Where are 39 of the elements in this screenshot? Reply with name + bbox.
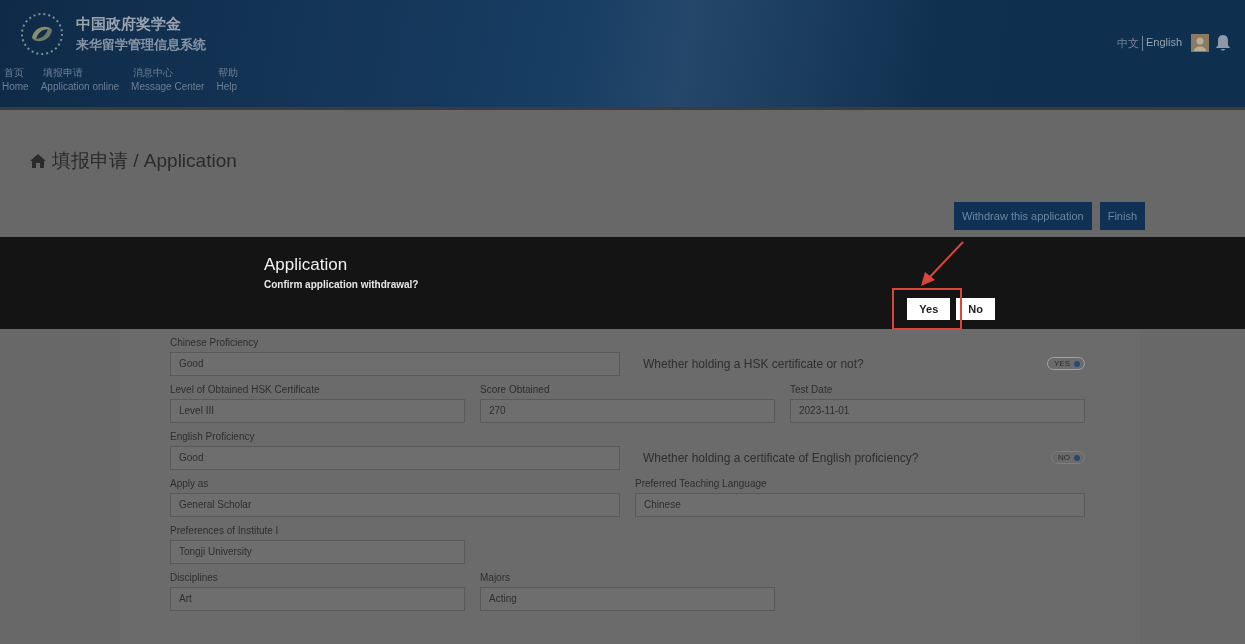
input-field[interactable]: Tongji University bbox=[170, 540, 465, 564]
language-link[interactable]: 中文 bbox=[1113, 35, 1142, 51]
input-field[interactable]: Art bbox=[170, 587, 465, 611]
highlight-box bbox=[892, 288, 963, 330]
logo-icon bbox=[20, 12, 64, 56]
nav-link[interactable]: 首页 Home bbox=[0, 66, 29, 94]
field-label: Chinese Proficiency bbox=[170, 337, 260, 348]
input-field[interactable]: General Scholar bbox=[170, 493, 620, 517]
action-button[interactable]: Withdraw this application bbox=[954, 202, 1092, 230]
field-label: Level of Obtained HSK Certificate bbox=[170, 384, 321, 395]
input-field[interactable]: Acting bbox=[480, 587, 775, 611]
dialog-button[interactable]: No bbox=[956, 298, 995, 320]
dialog-button[interactable]: Yes bbox=[907, 298, 951, 320]
dialog-title: Application bbox=[264, 255, 349, 275]
nav-link[interactable]: 填报申请 Application online bbox=[38, 66, 120, 94]
input-field[interactable]: 270 bbox=[480, 399, 775, 423]
site-title: 来华留学管理信息系统 bbox=[76, 35, 206, 54]
notification-bell-icon[interactable] bbox=[1215, 34, 1231, 52]
nav-link[interactable]: 消息中心 Message Center bbox=[129, 66, 205, 94]
field-label: Disciplines bbox=[170, 572, 219, 583]
question-label: Whether holding a certificate of English proficiency? bbox=[643, 450, 919, 465]
input-field[interactable]: Good bbox=[170, 446, 620, 470]
question-label: Whether holding a HSK certificate or not? bbox=[643, 356, 864, 371]
input-field[interactable]: Good bbox=[170, 352, 620, 376]
home-icon bbox=[30, 154, 46, 168]
input-field[interactable]: Chinese bbox=[635, 493, 1085, 517]
nav-link[interactable]: 帮助 Help bbox=[214, 66, 239, 94]
language-link[interactable]: English bbox=[1141, 35, 1185, 51]
annotation-arrow bbox=[919, 240, 966, 288]
field-label: English Proficiency bbox=[170, 431, 256, 442]
field-label: Preferred Teaching Language bbox=[635, 478, 768, 489]
dialog-message: Confirm application withdrawal? bbox=[264, 279, 419, 290]
field-label: Score Obtained bbox=[480, 384, 551, 395]
site-title: 中国政府奖学金 bbox=[76, 14, 182, 34]
input-field[interactable]: 2023-11-01 bbox=[790, 399, 1085, 423]
field-label: Majors bbox=[480, 572, 511, 583]
action-button[interactable]: Finish bbox=[1099, 202, 1145, 230]
page-title: 填报申请 / Application bbox=[52, 149, 237, 173]
field-label: Test Date bbox=[790, 384, 834, 395]
